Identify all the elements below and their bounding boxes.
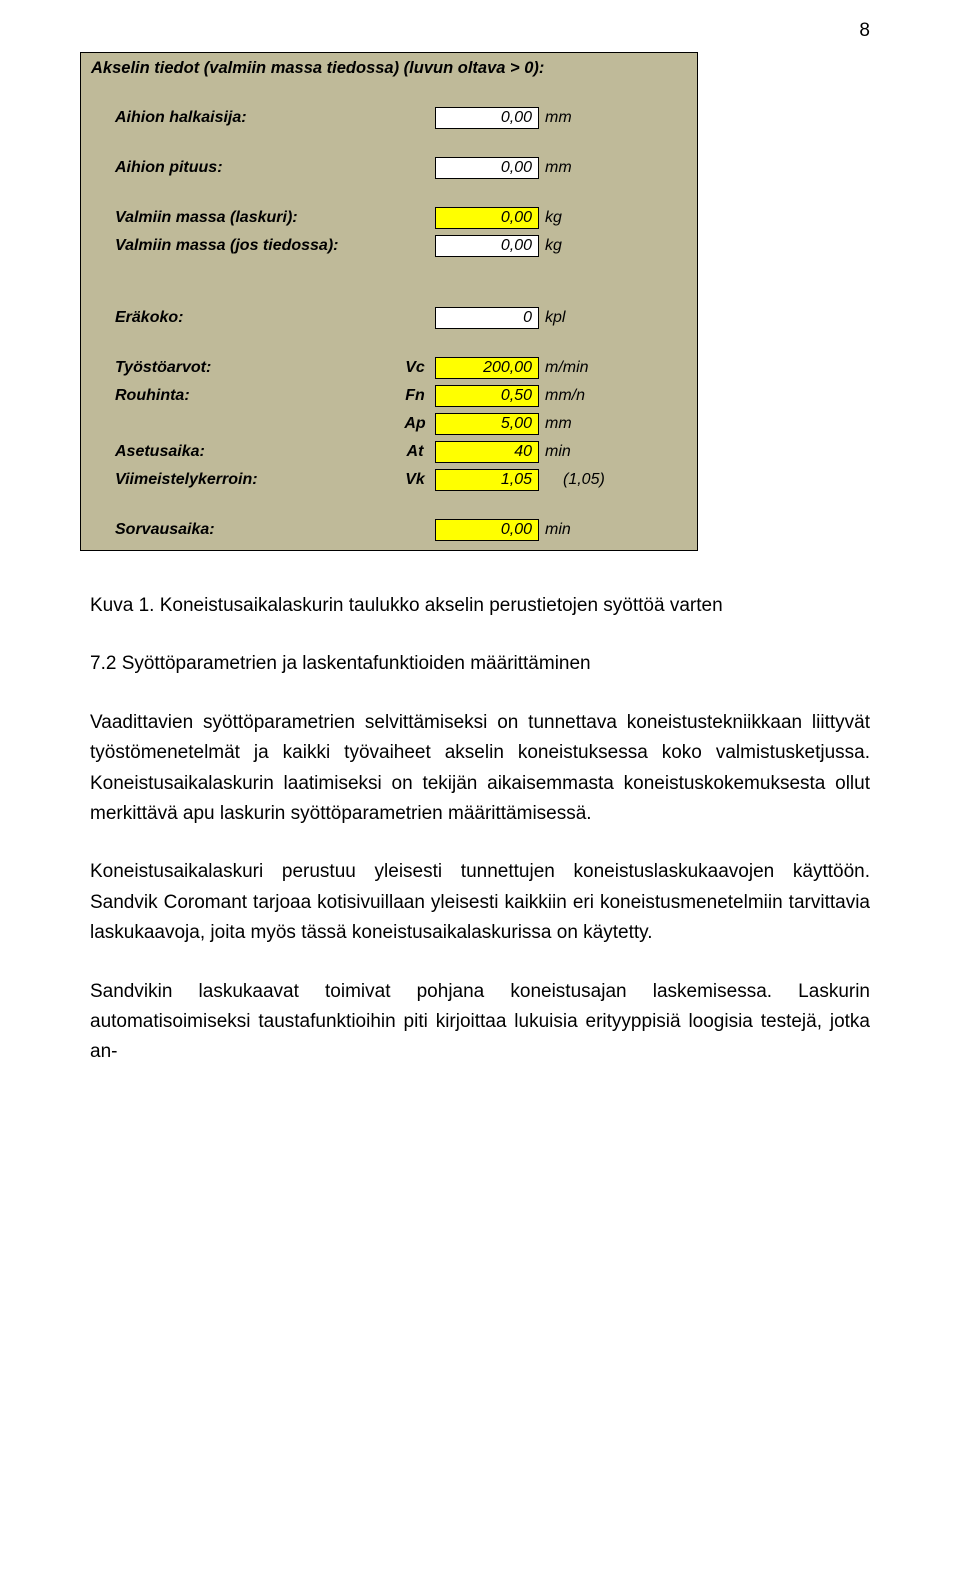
- row-viimeistelykerroin: Viimeistelykerroin: Vk 1,05 (1,05): [81, 466, 697, 494]
- label-aihion-pituus: Aihion pituus:: [115, 159, 395, 177]
- row-erakoko: Eräkoko: 0 kpl: [81, 304, 697, 332]
- label-valmiin-massa-tiedossa: Valmiin massa (jos tiedossa):: [115, 237, 395, 255]
- row-tyostoarvot: Työstöarvot: Vc 200,00 m/min: [81, 354, 697, 382]
- input-vc[interactable]: 200,00: [435, 357, 539, 379]
- unit-min: min: [539, 443, 571, 461]
- unit-kpl: kpl: [539, 309, 565, 327]
- unit-mm: mm: [539, 415, 572, 433]
- row-valmiin-massa-tiedossa: Valmiin massa (jos tiedossa): 0,00 kg: [81, 232, 697, 260]
- row-sorvausaika: Sorvausaika: 0,00 min: [81, 516, 697, 544]
- row-aihion-halkaisija: Aihion halkaisija: 0,00 mm: [81, 104, 697, 132]
- short-ap: Ap: [395, 415, 435, 433]
- input-valmiin-massa-tiedossa[interactable]: 0,00: [435, 235, 539, 257]
- unit-kg: kg: [539, 209, 562, 227]
- unit-mmn: mm/n: [539, 387, 585, 405]
- form-akselin-tiedot: Akselin tiedot (valmiin massa tiedossa) …: [80, 52, 698, 551]
- row-asetusaika: Asetusaika: At 40 min: [81, 438, 697, 466]
- input-aihion-halkaisija[interactable]: 0,00: [435, 107, 539, 129]
- section-heading: 7.2 Syöttöparametrien ja laskentafunktio…: [90, 649, 870, 679]
- input-vk[interactable]: 1,05: [435, 469, 539, 491]
- label-erakoko: Eräkoko:: [115, 309, 395, 327]
- row-valmiin-massa-laskuri: Valmiin massa (laskuri): 0,00 kg: [81, 204, 697, 232]
- figure-caption: Kuva 1. Koneistusaikalaskurin taulukko a…: [90, 591, 870, 621]
- row-rouhinta: Rouhinta: Fn 0,50 mm/n: [81, 382, 697, 410]
- label-viimeistelykerroin: Viimeistelykerroin:: [115, 471, 395, 489]
- label-valmiin-massa-laskuri: Valmiin massa (laskuri):: [115, 209, 395, 227]
- short-vk: Vk: [395, 471, 435, 489]
- paragraph-2: Koneistusaikalaskuri perustuu yleisesti …: [90, 857, 870, 948]
- label-aihion-halkaisija: Aihion halkaisija:: [115, 109, 395, 127]
- unit-mmin: m/min: [539, 359, 589, 377]
- label-asetusaika: Asetusaika:: [115, 443, 395, 461]
- unit-mm: mm: [539, 159, 572, 177]
- paragraph-1: Vaadittavien syöttöparametrien selvittäm…: [90, 708, 870, 830]
- unit-min: min: [539, 521, 571, 539]
- paragraph-3: Sandvikin laskukaavat toimivat pohjana k…: [90, 977, 870, 1068]
- input-aihion-pituus[interactable]: 0,00: [435, 157, 539, 179]
- input-sorvausaika[interactable]: 0,00: [435, 519, 539, 541]
- input-erakoko[interactable]: 0: [435, 307, 539, 329]
- input-ap[interactable]: 5,00: [435, 413, 539, 435]
- form-title: Akselin tiedot (valmiin massa tiedossa) …: [81, 53, 697, 82]
- input-valmiin-massa-laskuri[interactable]: 0,00: [435, 207, 539, 229]
- unit-kg: kg: [539, 237, 562, 255]
- short-vc: Vc: [395, 359, 435, 377]
- label-rouhinta: Rouhinta:: [115, 387, 395, 405]
- short-fn: Fn: [395, 387, 435, 405]
- page-number: 8: [0, 20, 870, 42]
- extra-105: (1,05): [539, 471, 605, 489]
- unit-mm: mm: [539, 109, 572, 127]
- label-sorvausaika: Sorvausaika:: [115, 521, 395, 539]
- row-ap: Ap 5,00 mm: [81, 410, 697, 438]
- label-tyostoarvot: Työstöarvot:: [115, 359, 395, 377]
- input-fn[interactable]: 0,50: [435, 385, 539, 407]
- input-at[interactable]: 40: [435, 441, 539, 463]
- short-at: At: [395, 443, 435, 461]
- row-aihion-pituus: Aihion pituus: 0,00 mm: [81, 154, 697, 182]
